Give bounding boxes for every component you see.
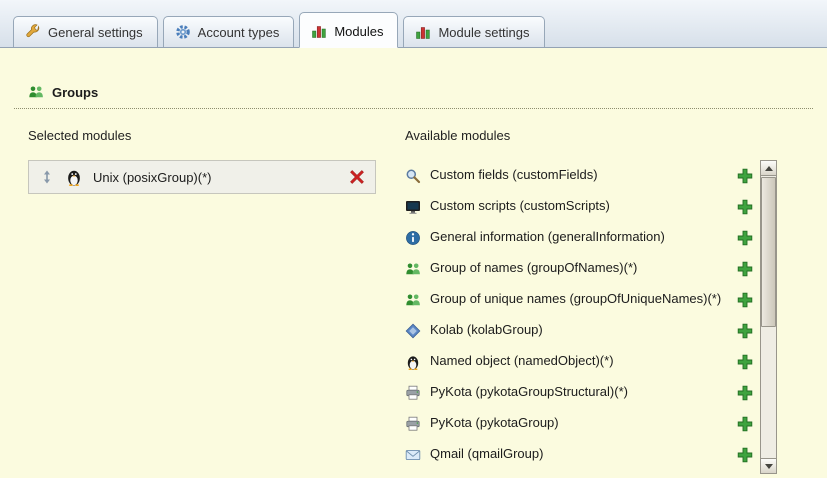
penguin-icon [405, 354, 421, 370]
add-module-button[interactable] [737, 199, 753, 215]
add-module-button[interactable] [737, 168, 753, 184]
group-icon [405, 292, 421, 308]
groups-icon [28, 84, 44, 100]
add-module-button[interactable] [737, 261, 753, 277]
scrollbar[interactable] [760, 160, 777, 474]
tab-module-settings[interactable]: Module settings [403, 16, 544, 47]
selected-module-label: Unix (posixGroup)(*) [93, 170, 339, 185]
available-module-label: Kolab (kolabGroup) [430, 323, 728, 338]
add-module-button[interactable] [737, 323, 753, 339]
available-module-label: General information (generalInformation) [430, 230, 728, 245]
drag-handle-icon[interactable] [39, 169, 55, 185]
gear-icon [175, 24, 191, 40]
add-module-button[interactable] [737, 292, 753, 308]
scrollbar-thumb[interactable] [761, 177, 776, 327]
group-icon [405, 261, 421, 277]
available-module-row: Group of unique names (groupOfUniqueName… [405, 284, 755, 315]
section-divider [14, 108, 813, 109]
modules-icon [311, 23, 327, 39]
available-module-row: Custom fields (customFields) [405, 160, 755, 191]
available-module-label: Group of names (groupOfNames)(*) [430, 261, 728, 276]
add-module-button[interactable] [737, 230, 753, 246]
tab-label: Account types [198, 25, 280, 40]
tab-modules[interactable]: Modules [299, 12, 398, 48]
available-modules-heading: Available modules [405, 128, 510, 143]
add-module-button[interactable] [737, 354, 753, 370]
printer-icon [405, 416, 421, 432]
triangle-down-icon [765, 464, 773, 469]
tab-bar: General settings Account types Modules M… [0, 0, 827, 48]
mail-icon [405, 447, 421, 463]
scroll-down-button[interactable] [761, 458, 776, 473]
screen-icon [405, 199, 421, 215]
content-area: Groups Selected modules Available module… [0, 48, 827, 478]
scroll-up-button[interactable] [761, 161, 776, 176]
add-module-button[interactable] [737, 385, 753, 401]
printer-icon [405, 385, 421, 401]
selected-modules-heading: Selected modules [28, 128, 131, 143]
available-module-row: Qmail (qmailGroup) [405, 439, 755, 470]
selected-module-row: Unix (posixGroup)(*) [28, 160, 376, 194]
available-module-label: PyKota (pykotaGroup) [430, 416, 728, 431]
tab-label: Modules [334, 24, 383, 39]
available-module-label: PyKota (pykotaGroupStructural)(*) [430, 385, 728, 400]
add-module-button[interactable] [737, 447, 753, 463]
available-module-label: Custom fields (customFields) [430, 168, 728, 183]
magnifier-icon [405, 168, 421, 184]
section-title: Groups [52, 85, 98, 100]
tab-account-types[interactable]: Account types [163, 16, 295, 47]
tab-general-settings[interactable]: General settings [13, 16, 158, 47]
modules-icon [415, 24, 431, 40]
tab-label: Module settings [438, 25, 529, 40]
add-module-button[interactable] [737, 416, 753, 432]
selected-modules-list: Unix (posixGroup)(*) [28, 160, 376, 194]
available-module-row: Kolab (kolabGroup) [405, 315, 755, 346]
remove-module-button[interactable] [349, 169, 365, 185]
wrench-icon [25, 24, 41, 40]
available-module-row: Group of names (groupOfNames)(*) [405, 253, 755, 284]
kolab-icon [405, 323, 421, 339]
available-module-label: Qmail (qmailGroup) [430, 447, 728, 462]
available-module-row: Custom scripts (customScripts) [405, 191, 755, 222]
section-header: Groups [28, 84, 98, 100]
available-module-label: Group of unique names (groupOfUniqueName… [430, 292, 728, 307]
triangle-up-icon [765, 166, 773, 171]
available-module-label: Named object (namedObject)(*) [430, 354, 728, 369]
info-icon [405, 230, 421, 246]
available-module-row: General information (generalInformation) [405, 222, 755, 253]
available-modules-area: Custom fields (customFields) Custom scri… [405, 160, 777, 474]
available-module-row: PyKota (pykotaGroupStructural)(*) [405, 377, 755, 408]
available-module-row: PyKota (pykotaGroup) [405, 408, 755, 439]
penguin-icon [65, 168, 83, 186]
scrollbar-track[interactable] [761, 176, 776, 458]
available-module-row: Named object (namedObject)(*) [405, 346, 755, 377]
available-module-label: Custom scripts (customScripts) [430, 199, 728, 214]
tab-label: General settings [48, 25, 143, 40]
lam-configuration-page: General settings Account types Modules M… [0, 0, 827, 486]
available-modules-list: Custom fields (customFields) Custom scri… [405, 160, 755, 474]
